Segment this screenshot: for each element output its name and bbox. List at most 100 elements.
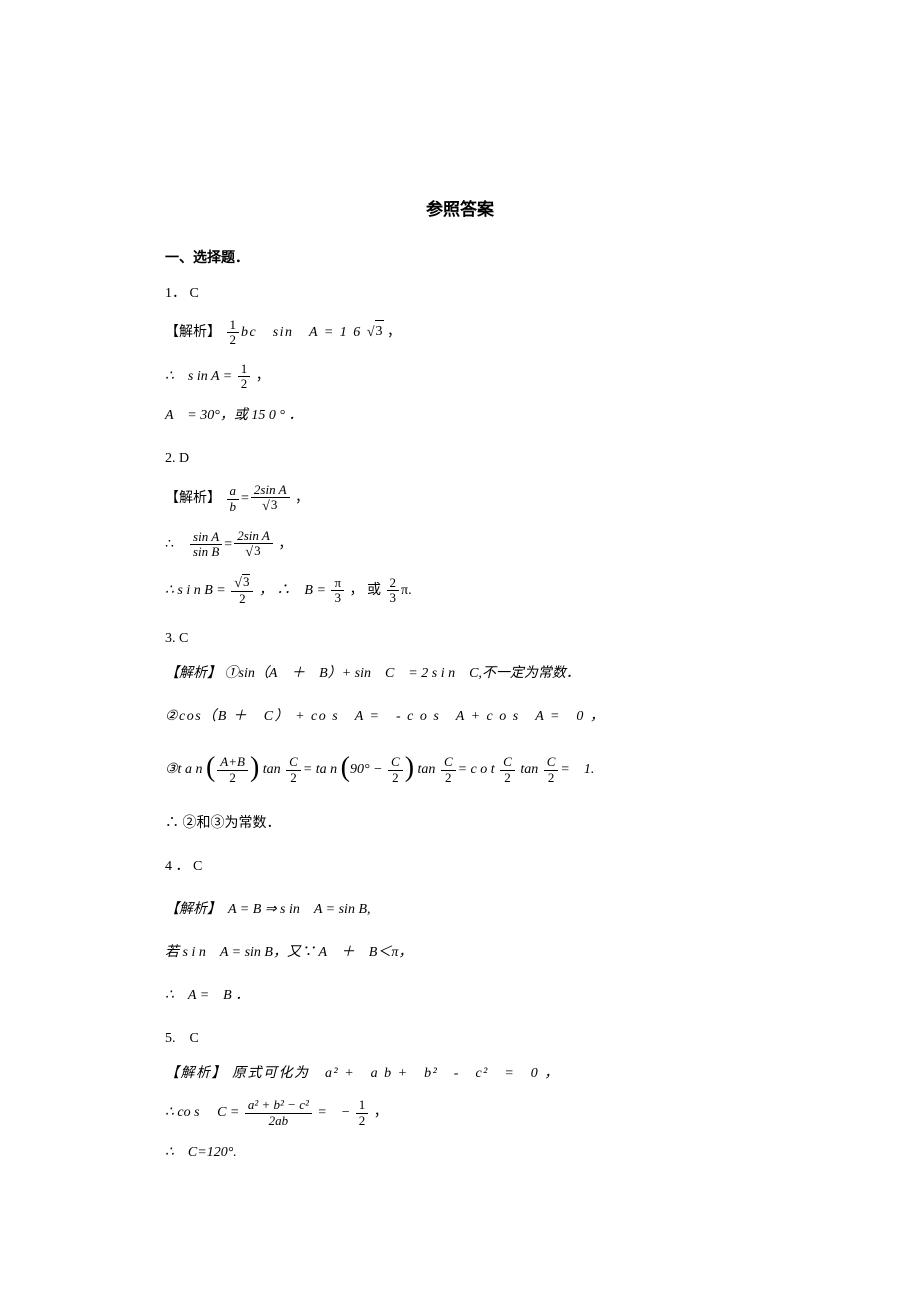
denominator: 3 bbox=[331, 590, 344, 605]
denominator: 2 bbox=[356, 1113, 369, 1128]
numerator: C bbox=[286, 755, 301, 769]
denominator: 2 bbox=[217, 770, 248, 785]
page-title: 参照答案 bbox=[165, 195, 755, 220]
mid: tan bbox=[259, 762, 284, 777]
suffix: = 1. bbox=[560, 762, 594, 777]
q3-line2: ②cos（B ＋ C） + co s A = - c o s A + c o s… bbox=[165, 706, 755, 727]
q4-number: 4 ． C bbox=[165, 856, 755, 877]
denominator: 3 bbox=[387, 590, 400, 605]
numerator: 2 bbox=[387, 576, 400, 590]
suffix: π. bbox=[401, 583, 412, 598]
q1-number: 1． C bbox=[165, 283, 755, 304]
fraction: a² + b² − c² 2ab bbox=[245, 1098, 312, 1128]
denominator: 2ab bbox=[245, 1113, 312, 1128]
expr: bc sin A = 1 6 bbox=[241, 325, 367, 340]
prefix: ③t a n bbox=[165, 762, 206, 777]
analysis-label: 【解析】 bbox=[165, 491, 225, 506]
fraction: 2sin A 3 bbox=[251, 483, 290, 515]
q4-line3: ∴ A = B ． bbox=[165, 985, 755, 1006]
radicand: 3 bbox=[375, 320, 384, 342]
q2-eq1: 【解析】 a b = 2sin A 3 ， bbox=[165, 483, 755, 515]
fraction: 2sin A 3 bbox=[234, 529, 273, 561]
denominator: 2 bbox=[286, 770, 301, 785]
numerator: a² + b² − c² bbox=[245, 1098, 312, 1112]
q3-number: 3. C bbox=[165, 628, 755, 649]
q5-line3: ∴ C=120°. bbox=[165, 1142, 755, 1163]
denominator: b bbox=[227, 499, 240, 514]
mid: tan bbox=[517, 762, 542, 777]
radicand: 3 bbox=[270, 497, 279, 512]
denominator: 3 bbox=[234, 543, 273, 560]
denominator: 2 bbox=[500, 770, 515, 785]
analysis-label: 【解析】 bbox=[165, 325, 221, 340]
q3-line1: 【解析】 ①sin（A ＋ B）+ sin C = 2 s i n C,不一定为… bbox=[165, 663, 755, 684]
suffix: ， bbox=[252, 369, 270, 384]
fraction: 1 2 bbox=[238, 362, 251, 392]
mid: = − bbox=[314, 1105, 354, 1120]
fraction: C 2 bbox=[388, 755, 403, 785]
q2-number: 2. D bbox=[165, 448, 755, 469]
fraction: 3 2 bbox=[231, 575, 253, 607]
denominator: 2 bbox=[441, 770, 456, 785]
document-page: 参照答案 一、选择题． 1． C 【解析】 1 2 bc sin A = 1 6… bbox=[0, 0, 920, 1302]
q3-line4: ∴ ②和③为常数． bbox=[165, 813, 755, 834]
right-paren-icon: ) bbox=[405, 752, 414, 783]
suffix: ， bbox=[292, 491, 310, 506]
numerator: 2sin A bbox=[251, 483, 290, 497]
fraction: a b bbox=[227, 484, 240, 514]
q5-line2: ∴ co s C = a² + b² − c² 2ab = − 1 2 ， bbox=[165, 1098, 755, 1128]
paren-inner: 90° − bbox=[350, 762, 386, 777]
numerator: sin A bbox=[190, 530, 222, 544]
numerator: a bbox=[227, 484, 240, 498]
eq: = ta n bbox=[303, 762, 341, 777]
numerator: 1 bbox=[356, 1098, 369, 1112]
suffix: ， bbox=[370, 1105, 388, 1120]
numerator: C bbox=[441, 755, 456, 769]
fraction: 1 2 bbox=[356, 1098, 369, 1128]
numerator: C bbox=[544, 755, 559, 769]
fraction: 1 2 bbox=[227, 318, 240, 348]
numerator: A+B bbox=[217, 755, 248, 769]
denominator: 2 bbox=[388, 770, 403, 785]
fraction: π 3 bbox=[331, 576, 344, 606]
q2-eq3: ∴ s i n B = 3 2 ， ∴ B = π 3 ， 或 2 3 π. bbox=[165, 575, 755, 607]
q5-number: 5. C bbox=[165, 1028, 755, 1049]
fraction: C 2 bbox=[286, 755, 301, 785]
prefix: ∴ s in A = bbox=[165, 369, 236, 384]
prefix: ∴ s i n B = bbox=[165, 583, 229, 598]
fraction: C 2 bbox=[500, 755, 515, 785]
mid: tan bbox=[414, 762, 439, 777]
prefix: ∴ bbox=[165, 537, 188, 552]
suffix: ， bbox=[275, 537, 293, 552]
denominator: 2 bbox=[544, 770, 559, 785]
fraction: 2 3 bbox=[387, 576, 400, 606]
denominator: 2 bbox=[238, 376, 251, 391]
left-paren-icon: ( bbox=[206, 752, 215, 783]
q1-eq1: 【解析】 1 2 bc sin A = 1 6 3 ， bbox=[165, 318, 755, 348]
section-heading: 一、选择题． bbox=[165, 248, 755, 269]
q1-eq3: A = 30°，或 15 0 ° ． bbox=[165, 405, 755, 426]
prefix: ∴ co s C = bbox=[165, 1105, 243, 1120]
sqrt: 3 bbox=[262, 498, 278, 514]
sqrt: 3 bbox=[367, 321, 384, 343]
sqrt: 3 bbox=[234, 575, 250, 591]
q3-line3: ③t a n ( A+B 2 ) tan C 2 = ta n (90° − C… bbox=[165, 749, 755, 791]
eq: = c o t bbox=[458, 762, 499, 777]
numerator: 3 bbox=[231, 575, 253, 591]
equals: = bbox=[241, 491, 249, 506]
mid: ， ∴ B = bbox=[255, 583, 329, 598]
left-paren-icon: ( bbox=[341, 752, 350, 783]
sqrt: 3 bbox=[245, 544, 261, 560]
suffix: ， bbox=[384, 325, 402, 340]
q2-eq2: ∴ sin A sin B = 2sin A 3 ， bbox=[165, 529, 755, 561]
q4-line1: 【解析】 A = B ⇒ s in A = sin B, bbox=[165, 899, 755, 920]
fraction: sin A sin B bbox=[190, 530, 222, 560]
denominator: sin B bbox=[190, 544, 222, 559]
denominator: 2 bbox=[231, 591, 253, 606]
numerator: C bbox=[388, 755, 403, 769]
equals: = bbox=[224, 537, 232, 552]
q1-eq2: ∴ s in A = 1 2 ， bbox=[165, 362, 755, 392]
numerator: 1 bbox=[238, 362, 251, 376]
numerator: 1 bbox=[227, 318, 240, 332]
radicand: 3 bbox=[242, 574, 251, 589]
